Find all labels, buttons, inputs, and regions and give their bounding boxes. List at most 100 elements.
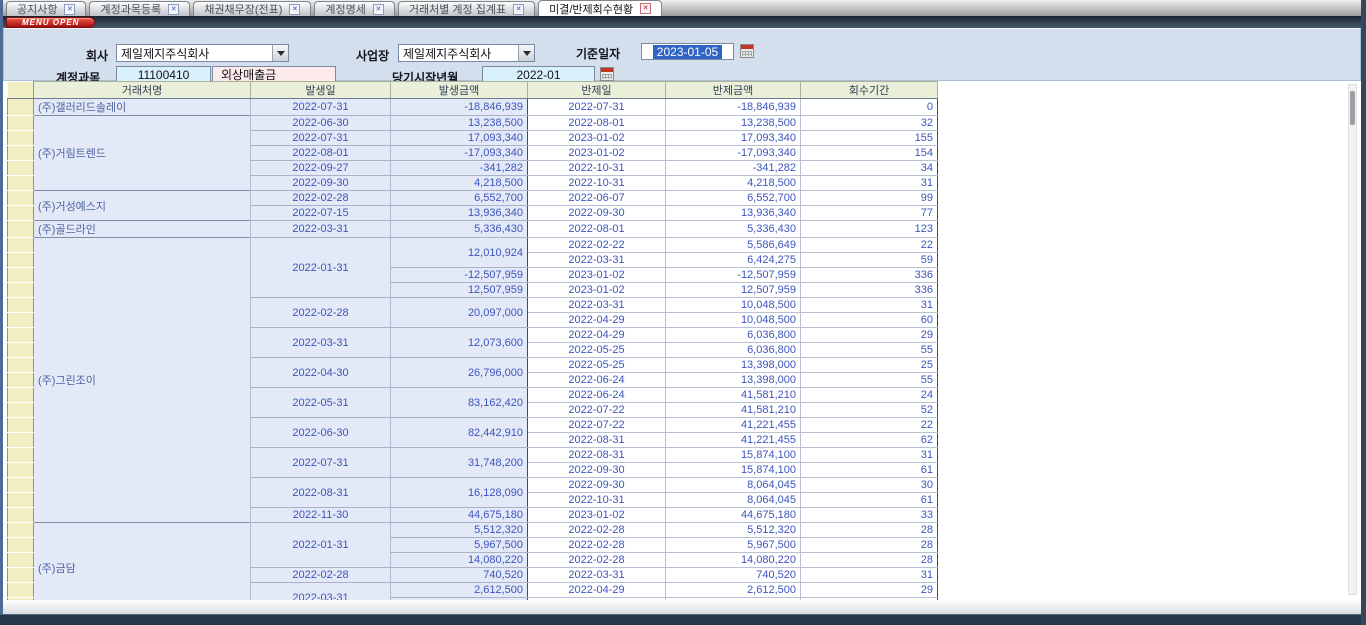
row-selector[interactable]: [8, 343, 34, 358]
collect-days: 336: [801, 268, 938, 283]
settle-date: 2023-01-02: [528, 146, 666, 161]
customer-name: (주)그린조이: [34, 238, 251, 523]
row-selector[interactable]: [8, 298, 34, 313]
tab-close-icon[interactable]: ✕: [64, 4, 75, 15]
tab[interactable]: 채권채무장(전표)✕: [193, 1, 311, 16]
row-selector[interactable]: [8, 493, 34, 508]
chevron-down-icon[interactable]: [518, 45, 534, 61]
calendar-icon[interactable]: [740, 44, 754, 58]
row-selector[interactable]: [8, 131, 34, 146]
row-selector[interactable]: [8, 523, 34, 538]
tab[interactable]: 공지사항✕: [6, 1, 86, 16]
settle-amount: 6,424,275: [666, 253, 801, 268]
row-selector[interactable]: [8, 99, 34, 116]
row-selector[interactable]: [8, 206, 34, 221]
row-selector[interactable]: [8, 388, 34, 403]
settle-amount: 15,874,100: [666, 463, 801, 478]
collect-days: 55: [801, 343, 938, 358]
row-selector[interactable]: [8, 221, 34, 238]
collect-days: 22: [801, 418, 938, 433]
occur-amount: 14,080,220: [391, 553, 528, 568]
tab[interactable]: 계정명세✕: [314, 1, 394, 16]
header-occur-date[interactable]: 발생일: [251, 82, 391, 99]
tab-close-icon[interactable]: ✕: [373, 4, 384, 15]
table-row: (주)거성예스지2022-02-286,552,7002022-06-076,5…: [8, 191, 938, 206]
settle-amount: 44,675,180: [666, 508, 801, 523]
vertical-scrollbar[interactable]: [1348, 84, 1357, 595]
site-select[interactable]: 제일제지주식회사: [398, 44, 535, 62]
row-selector[interactable]: [8, 116, 34, 131]
row-selector[interactable]: [8, 146, 34, 161]
row-selector[interactable]: [8, 373, 34, 388]
tab-active[interactable]: 미결/반제회수현황✕: [538, 0, 662, 16]
settle-amount: 8,064,045: [666, 478, 801, 493]
row-selector[interactable]: [8, 448, 34, 463]
horizontal-scrollbar[interactable]: [3, 600, 1361, 614]
row-selector[interactable]: [8, 253, 34, 268]
row-selector[interactable]: [8, 313, 34, 328]
settle-amount: -18,846,939: [666, 99, 801, 116]
tab-close-icon[interactable]: ✕: [168, 4, 179, 15]
tab-close-icon[interactable]: ✕: [289, 4, 300, 15]
header-collect-days[interactable]: 회수기간: [801, 82, 938, 99]
occur-amount: 17,093,340: [391, 131, 528, 146]
company-select[interactable]: 제일제지주식회사: [116, 44, 289, 62]
occur-amount: -18,846,939: [391, 99, 528, 116]
row-selector[interactable]: [8, 238, 34, 253]
occur-date: 2022-04-30: [251, 358, 391, 388]
collect-days: 123: [801, 221, 938, 238]
base-date-input[interactable]: 2023-01-05: [641, 43, 734, 60]
settle-amount: -341,282: [666, 161, 801, 176]
row-selector[interactable]: [8, 176, 34, 191]
row-selector[interactable]: [8, 418, 34, 433]
collect-days: 155: [801, 131, 938, 146]
settle-amount: 41,581,210: [666, 388, 801, 403]
row-selector[interactable]: [8, 478, 34, 493]
calendar-icon[interactable]: [600, 67, 614, 81]
base-date-value: 2023-01-05: [653, 45, 722, 59]
occur-date: 2022-07-31: [251, 131, 391, 146]
chevron-down-icon[interactable]: [272, 45, 288, 61]
collect-days: 99: [801, 191, 938, 206]
header-customer[interactable]: 거래처명: [34, 82, 251, 99]
row-selector[interactable]: [8, 583, 34, 598]
settle-date: 2022-09-30: [528, 463, 666, 478]
menu-open-button[interactable]: MENU OPEN: [6, 17, 95, 28]
occur-date: 2022-01-31: [251, 238, 391, 298]
collect-days: 61: [801, 493, 938, 508]
tab-bar: 공지사항✕계정과목등록✕채권채무장(전표)✕계정명세✕ 거래처별 계정 집계표✕미…: [0, 0, 1366, 17]
row-selector[interactable]: [8, 553, 34, 568]
occur-amount: 5,512,320: [391, 523, 528, 538]
row-selector[interactable]: [8, 358, 34, 373]
settle-amount: 13,238,500: [666, 116, 801, 131]
base-date-label: 기준일자: [576, 45, 620, 62]
tab-close-icon[interactable]: ✕: [513, 4, 524, 15]
tab[interactable]: 거래처별 계정 집계표✕: [398, 1, 535, 16]
scrollbar-thumb[interactable]: [1350, 91, 1355, 125]
tab-close-icon[interactable]: ✕: [640, 3, 651, 14]
header-settle-date[interactable]: 반제일: [528, 82, 666, 99]
row-selector[interactable]: [8, 268, 34, 283]
occur-amount: 44,675,180: [391, 508, 528, 523]
settle-amount: 12,507,959: [666, 283, 801, 298]
row-selector[interactable]: [8, 508, 34, 523]
row-selector[interactable]: [8, 463, 34, 478]
row-selector[interactable]: [8, 538, 34, 553]
occur-amount: 2,612,500: [391, 583, 528, 598]
table-row: (주)그린조이2022-01-3112,010,9242022-02-225,5…: [8, 238, 938, 253]
occur-amount: 5,967,500: [391, 538, 528, 553]
period-start-value: 2022-01: [516, 68, 560, 82]
settle-date: 2022-10-31: [528, 161, 666, 176]
row-selector[interactable]: [8, 283, 34, 298]
tab[interactable]: 계정과목등록✕: [89, 1, 190, 16]
row-selector[interactable]: [8, 403, 34, 418]
row-selector[interactable]: [8, 433, 34, 448]
row-selector[interactable]: [8, 328, 34, 343]
row-selector[interactable]: [8, 161, 34, 176]
header-settle-amount[interactable]: 반제금액: [666, 82, 801, 99]
row-selector[interactable]: [8, 191, 34, 206]
header-occur-amount[interactable]: 발생금액: [391, 82, 528, 99]
collect-days: 32: [801, 116, 938, 131]
row-selector[interactable]: [8, 568, 34, 583]
collect-days: 31: [801, 568, 938, 583]
